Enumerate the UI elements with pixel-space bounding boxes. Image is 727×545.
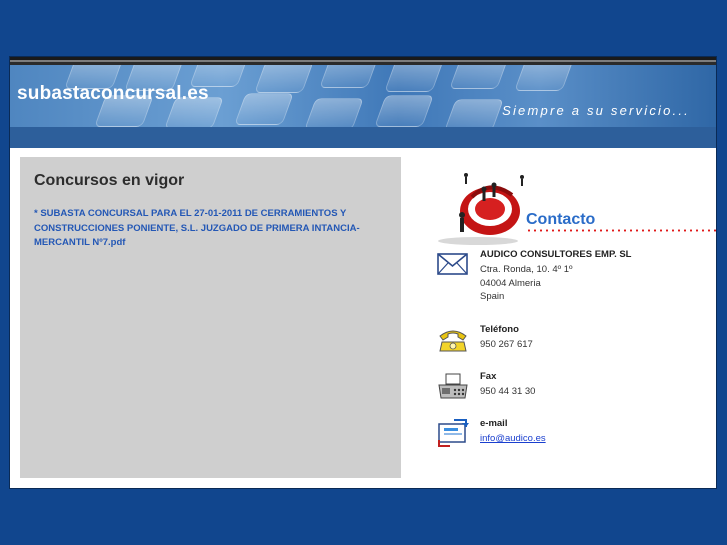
keyboard-key-decoration [384, 65, 444, 92]
fax-label: Fax [480, 371, 497, 382]
fax-icon [438, 373, 468, 399]
panel-heading: Concursos en vigor [34, 172, 185, 189]
telephone-icon [439, 330, 467, 352]
envelope-icon [437, 253, 468, 275]
concursos-panel: Concursos en vigor * SUBASTA CONCURSAL P… [20, 157, 401, 478]
contact-logo-icon [438, 173, 524, 245]
keyboard-key-decoration [514, 65, 574, 91]
address-line-country: Spain [480, 291, 505, 302]
concurso-pdf-link[interactable]: * SUBASTA CONCURSAL PARA EL 27-01-2011 D… [34, 207, 384, 251]
site-title: subastaconcursal.es [17, 83, 209, 104]
keyboard-key-decoration [374, 95, 434, 127]
company-address: Ctra. Ronda, 10. 4º 1º 04004 Almeria Spa… [480, 263, 573, 304]
email-label: e-mail [480, 418, 508, 429]
keyboard-key-decoration [304, 98, 364, 127]
keyboard-key-decoration [444, 99, 504, 127]
keyboard-key-decoration [254, 65, 314, 93]
keyboard-key-decoration [319, 65, 379, 88]
keyboard-key-decoration [234, 93, 294, 125]
email-value-wrapper: info@audico.es [480, 432, 546, 446]
address-line-city: 04004 Almeria [480, 277, 541, 289]
site-tagline: Siempre a su servicio... [502, 103, 690, 118]
keyboard-key-decoration [449, 65, 509, 89]
email-icon [438, 419, 469, 447]
company-name: AUDICO CONSULTORES EMP. SL [480, 249, 632, 260]
phone-number: 950 267 617 [480, 339, 533, 350]
fax-number: 950 44 31 30 [480, 386, 536, 397]
contact-title: Contacto [526, 211, 596, 228]
page-frame: subastaconcursal.es Siempre a su servici… [9, 56, 717, 489]
phone-label: Teléfono [480, 324, 519, 335]
header-subbar [10, 127, 716, 148]
address-line-street: Ctra. Ronda, 10. 4º 1º [480, 264, 573, 275]
header-banner: subastaconcursal.es Siempre a su servici… [10, 65, 716, 127]
email-link[interactable]: info@audico.es [480, 433, 546, 444]
dotted-divider [526, 229, 716, 232]
